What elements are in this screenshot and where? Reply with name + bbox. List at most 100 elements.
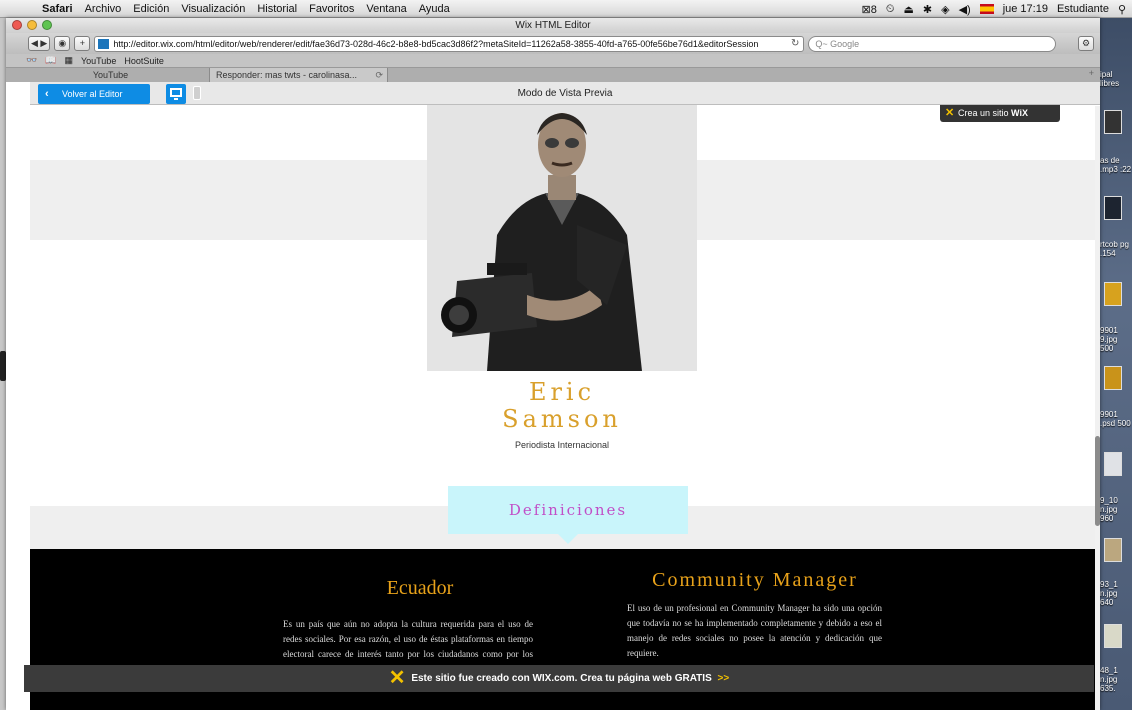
desktop-item-label: 48_1 n.jpg 635.: [1100, 666, 1118, 693]
desktop-item-label: 9_10 n.jpg 960: [1100, 496, 1118, 523]
desktop-item-label: 9901 .psd 500: [1100, 410, 1131, 428]
man-with-camera-image: [427, 105, 697, 371]
new-tab-button[interactable]: +: [1089, 68, 1094, 78]
window-controls: [12, 20, 52, 30]
add-bookmark-button[interactable]: +: [74, 36, 91, 51]
desktop-thumbnail[interactable]: [1104, 110, 1122, 134]
wifi-icon[interactable]: ◈: [941, 3, 949, 16]
community-manager-text: El uso de un profesional en Community Ma…: [627, 603, 882, 658]
desktop-item-label: rtcob pg .154: [1100, 240, 1129, 258]
input-indicator: 8: [870, 3, 877, 16]
tab-responder[interactable]: Responder: mas twts - carolinasa... ⟳: [210, 68, 388, 82]
desktop-item[interactable]: 9901 9.jpg 500: [1100, 326, 1132, 353]
person-name: Eric Samson: [427, 379, 697, 433]
create-wix-site-badge[interactable]: ✕ Crea un sitio WiX: [940, 105, 1060, 122]
desktop-thumbnail[interactable]: [1104, 282, 1122, 306]
wix-footer-banner[interactable]: ✕ Este sitio fue creado con WIX.com. Cre…: [24, 665, 1094, 692]
menu-ayuda[interactable]: Ayuda: [413, 3, 456, 15]
community-manager-title: Community Manager: [652, 569, 858, 591]
wix-logo-icon: ✕: [388, 667, 406, 689]
desktop-item[interactable]: 9901 .psd 500: [1100, 410, 1132, 428]
url-text: http://editor.wix.com/html/editor/web/re…: [113, 38, 759, 49]
spanish-flag-icon[interactable]: [979, 4, 994, 14]
menu-bar: Safari Archivo Edición Visualización His…: [0, 0, 1132, 18]
page-content: ✕ Crea un sitio WiX Eric Samson Periodis…: [30, 105, 1100, 710]
tab-label: YouTube: [92, 70, 129, 80]
page-scrollbar[interactable]: [1095, 106, 1100, 710]
eject-icon[interactable]: ⏏: [903, 3, 913, 16]
footer-arrow: >>: [717, 673, 730, 685]
settings-icon[interactable]: ⚙: [1078, 36, 1094, 51]
desktop-item-label: 93_1 n.jpg 640: [1100, 580, 1118, 607]
bookmark-youtube[interactable]: YouTube: [81, 56, 116, 66]
profile-photo: [427, 105, 697, 371]
desktop-background: ipal libres as de .mp3 :22 rtcob pg .154…: [1100, 18, 1132, 710]
desktop-item[interactable]: 9_10 n.jpg 960: [1100, 496, 1132, 523]
menu-archivo[interactable]: Archivo: [79, 3, 128, 15]
first-name: Eric: [528, 378, 596, 406]
ecuador-title: Ecuador: [386, 577, 454, 599]
desktop-thumbnail[interactable]: [1104, 624, 1122, 648]
reload-icon[interactable]: ↻: [787, 36, 800, 51]
desktop-thumbnail[interactable]: [1104, 196, 1122, 220]
volume-icon[interactable]: ◀): [959, 3, 971, 16]
clock[interactable]: jue 17:19: [1003, 3, 1048, 15]
search-placeholder: Q~ Google: [815, 38, 860, 49]
close-window-button[interactable]: [12, 20, 22, 30]
wix-preview-bar: ‹ Volver al Editor Modo de Vista Previa: [30, 82, 1100, 105]
desktop-thumbnail[interactable]: [1104, 452, 1122, 476]
window-title: Wix HTML Editor: [515, 20, 591, 31]
tab-label: Responder: mas twts - carolinasa...: [216, 70, 358, 80]
person-role: Periodista Internacional: [514, 440, 610, 450]
loading-icon[interactable]: ⟳: [375, 68, 383, 82]
desktop-item[interactable]: 93_1 n.jpg 640: [1100, 580, 1132, 607]
bookmark-hootsuite[interactable]: HootSuite: [124, 56, 164, 66]
last-name: Samson: [502, 405, 622, 433]
desktop-item[interactable]: rtcob pg .154: [1100, 240, 1132, 258]
back-forward-button[interactable]: ◀ ▶: [28, 36, 51, 51]
bookmarks-icon[interactable]: 📖: [45, 55, 56, 66]
desktop-item-label: 9901 9.jpg 500: [1100, 326, 1118, 353]
scrollbar-thumb[interactable]: [1095, 436, 1100, 526]
desktop-item[interactable]: as de .mp3 :22: [1100, 156, 1132, 174]
wix-favicon-icon: [98, 38, 110, 49]
desktop-thumbnail[interactable]: [1104, 366, 1122, 390]
tab-youtube[interactable]: YouTube: [6, 68, 210, 82]
desktop-item[interactable]: 48_1 n.jpg 635.: [1100, 666, 1132, 693]
browser-toolbar: ◀ ▶ ◉ + http://editor.wix.com/html/edito…: [6, 33, 1100, 54]
spotlight-icon[interactable]: ⚲: [1118, 3, 1126, 16]
desktop-item[interactable]: ipal libres: [1100, 70, 1132, 88]
wix-logo-icon: ✕: [945, 107, 955, 119]
footer-text: Este sitio fue creado con WIX.com. Crea …: [411, 673, 712, 685]
input-menu-icon[interactable]: ⊠8: [862, 3, 877, 16]
badge-brand: WiX: [1011, 108, 1028, 118]
menu-status-area: ⊠8 ⏲ ⏏ ✱ ◈ ◀) jue 17:19 Estudiante ⚲: [862, 0, 1126, 18]
desktop-item-label: ipal libres: [1100, 70, 1120, 88]
time-machine-icon[interactable]: ⏲: [886, 3, 895, 16]
menu-app-safari[interactable]: Safari: [36, 3, 79, 15]
preview-mode-title: Modo de Vista Previa: [517, 88, 613, 99]
bookmarks-bar: 👓 📖 ▦ YouTube HootSuite: [6, 54, 1100, 67]
zoom-window-button[interactable]: [42, 20, 52, 30]
reading-list-icon[interactable]: 👓: [26, 55, 37, 66]
top-sites-icon[interactable]: ▦: [64, 55, 73, 66]
reader-icon[interactable]: ◉: [54, 36, 71, 51]
bluetooth-icon[interactable]: ✱: [923, 3, 932, 16]
address-bar[interactable]: http://editor.wix.com/html/editor/web/re…: [94, 35, 805, 52]
menu-edicion[interactable]: Edición: [127, 3, 175, 15]
menu-visualizacion[interactable]: Visualización: [175, 3, 251, 15]
safari-window: Wix HTML Editor ◀ ▶ ◉ + http://editor.wi…: [6, 18, 1100, 710]
user-name[interactable]: Estudiante: [1057, 3, 1109, 15]
search-input[interactable]: Q~ Google: [808, 35, 1057, 52]
badge-text: Crea un sitio: [958, 108, 1009, 118]
minimize-window-button[interactable]: [27, 20, 37, 30]
window-titlebar[interactable]: Wix HTML Editor: [6, 18, 1100, 33]
definitions-arrow: [558, 534, 578, 544]
definitions-heading: Definiciones: [448, 486, 688, 534]
menu-favoritos[interactable]: Favoritos: [303, 3, 360, 15]
tab-bar: YouTube Responder: mas twts - carolinasa…: [6, 67, 1100, 82]
desktop-thumbnail[interactable]: [1104, 538, 1122, 562]
menu-ventana[interactable]: Ventana: [360, 3, 412, 15]
desktop-item-label: as de .mp3 :22: [1100, 156, 1132, 174]
menu-historial[interactable]: Historial: [251, 3, 303, 15]
